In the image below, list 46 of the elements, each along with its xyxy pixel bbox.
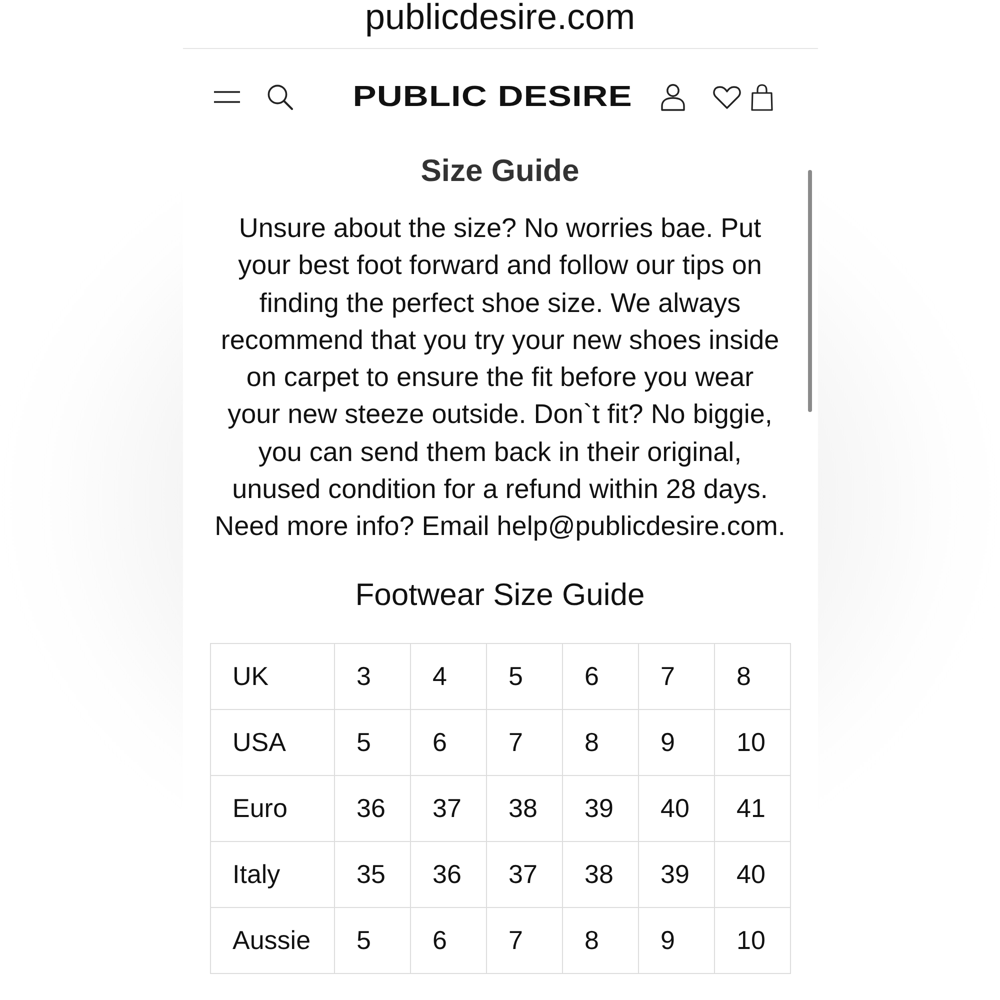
size-cell: 4 bbox=[410, 644, 486, 710]
size-cell: 5 bbox=[334, 908, 410, 974]
size-cell: 8 bbox=[714, 644, 790, 710]
row-label-cell: USA bbox=[210, 710, 334, 776]
size-cell: 39 bbox=[638, 842, 714, 908]
menu-icon[interactable] bbox=[214, 91, 240, 103]
scrollbar-thumb[interactable] bbox=[808, 170, 812, 412]
address-bar-url[interactable]: publicdesire.com bbox=[364, 0, 636, 34]
size-cell: 38 bbox=[486, 776, 562, 842]
row-label-cell: Aussie bbox=[210, 908, 334, 974]
size-cell: 3 bbox=[334, 644, 410, 710]
size-cell: 39 bbox=[562, 776, 638, 842]
size-cell: 6 bbox=[410, 710, 486, 776]
size-cell: 10 bbox=[714, 908, 790, 974]
row-label-cell: Italy bbox=[210, 842, 334, 908]
size-cell: 6 bbox=[410, 908, 486, 974]
table-title: Footwear Size Guide bbox=[355, 576, 645, 614]
size-cell: 7 bbox=[638, 644, 714, 710]
row-label-cell: Euro bbox=[210, 776, 334, 842]
size-cell: 5 bbox=[486, 644, 562, 710]
shopping-bag-icon[interactable] bbox=[750, 84, 772, 110]
size-cell: 38 bbox=[562, 842, 638, 908]
size-cell: 37 bbox=[410, 776, 486, 842]
intro-paragraph: Unsure about the size? No worries bae. Put your best foot forward and follow our tips on finding the perfect shoe size. We always recommend that you try your new shoes inside on carpet to ensure the fit before you wear your new steeze outside. Don`t fit? No biggie, you can send them back in their original, unused condition for a refund within 28 days. Need more info? Email help@publicdesire.com. bbox=[214, 212, 786, 543]
page-title: Size Guide bbox=[420, 152, 580, 190]
size-cell: 7 bbox=[486, 710, 562, 776]
size-cell: 37 bbox=[486, 842, 562, 908]
size-cell: 7 bbox=[486, 908, 562, 974]
size-cell: 5 bbox=[334, 710, 410, 776]
size-cell: 8 bbox=[562, 908, 638, 974]
search-icon[interactable] bbox=[266, 84, 292, 110]
size-cell: 6 bbox=[562, 644, 638, 710]
row-label-cell: UK bbox=[210, 644, 334, 710]
size-cell: 35 bbox=[334, 842, 410, 908]
size-cell: 36 bbox=[410, 842, 486, 908]
size-cell: 40 bbox=[714, 842, 790, 908]
site-logo[interactable]: PUBLIC DESIRE bbox=[353, 82, 633, 112]
size-cell: 40 bbox=[638, 776, 714, 842]
size-cell: 8 bbox=[562, 710, 638, 776]
size-cell: 36 bbox=[334, 776, 410, 842]
size-cell: 10 bbox=[714, 710, 790, 776]
heart-icon[interactable] bbox=[712, 86, 740, 108]
size-cell: 41 bbox=[714, 776, 790, 842]
size-cell: 9 bbox=[638, 908, 714, 974]
user-icon[interactable] bbox=[660, 84, 684, 110]
size-cell: 9 bbox=[638, 710, 714, 776]
